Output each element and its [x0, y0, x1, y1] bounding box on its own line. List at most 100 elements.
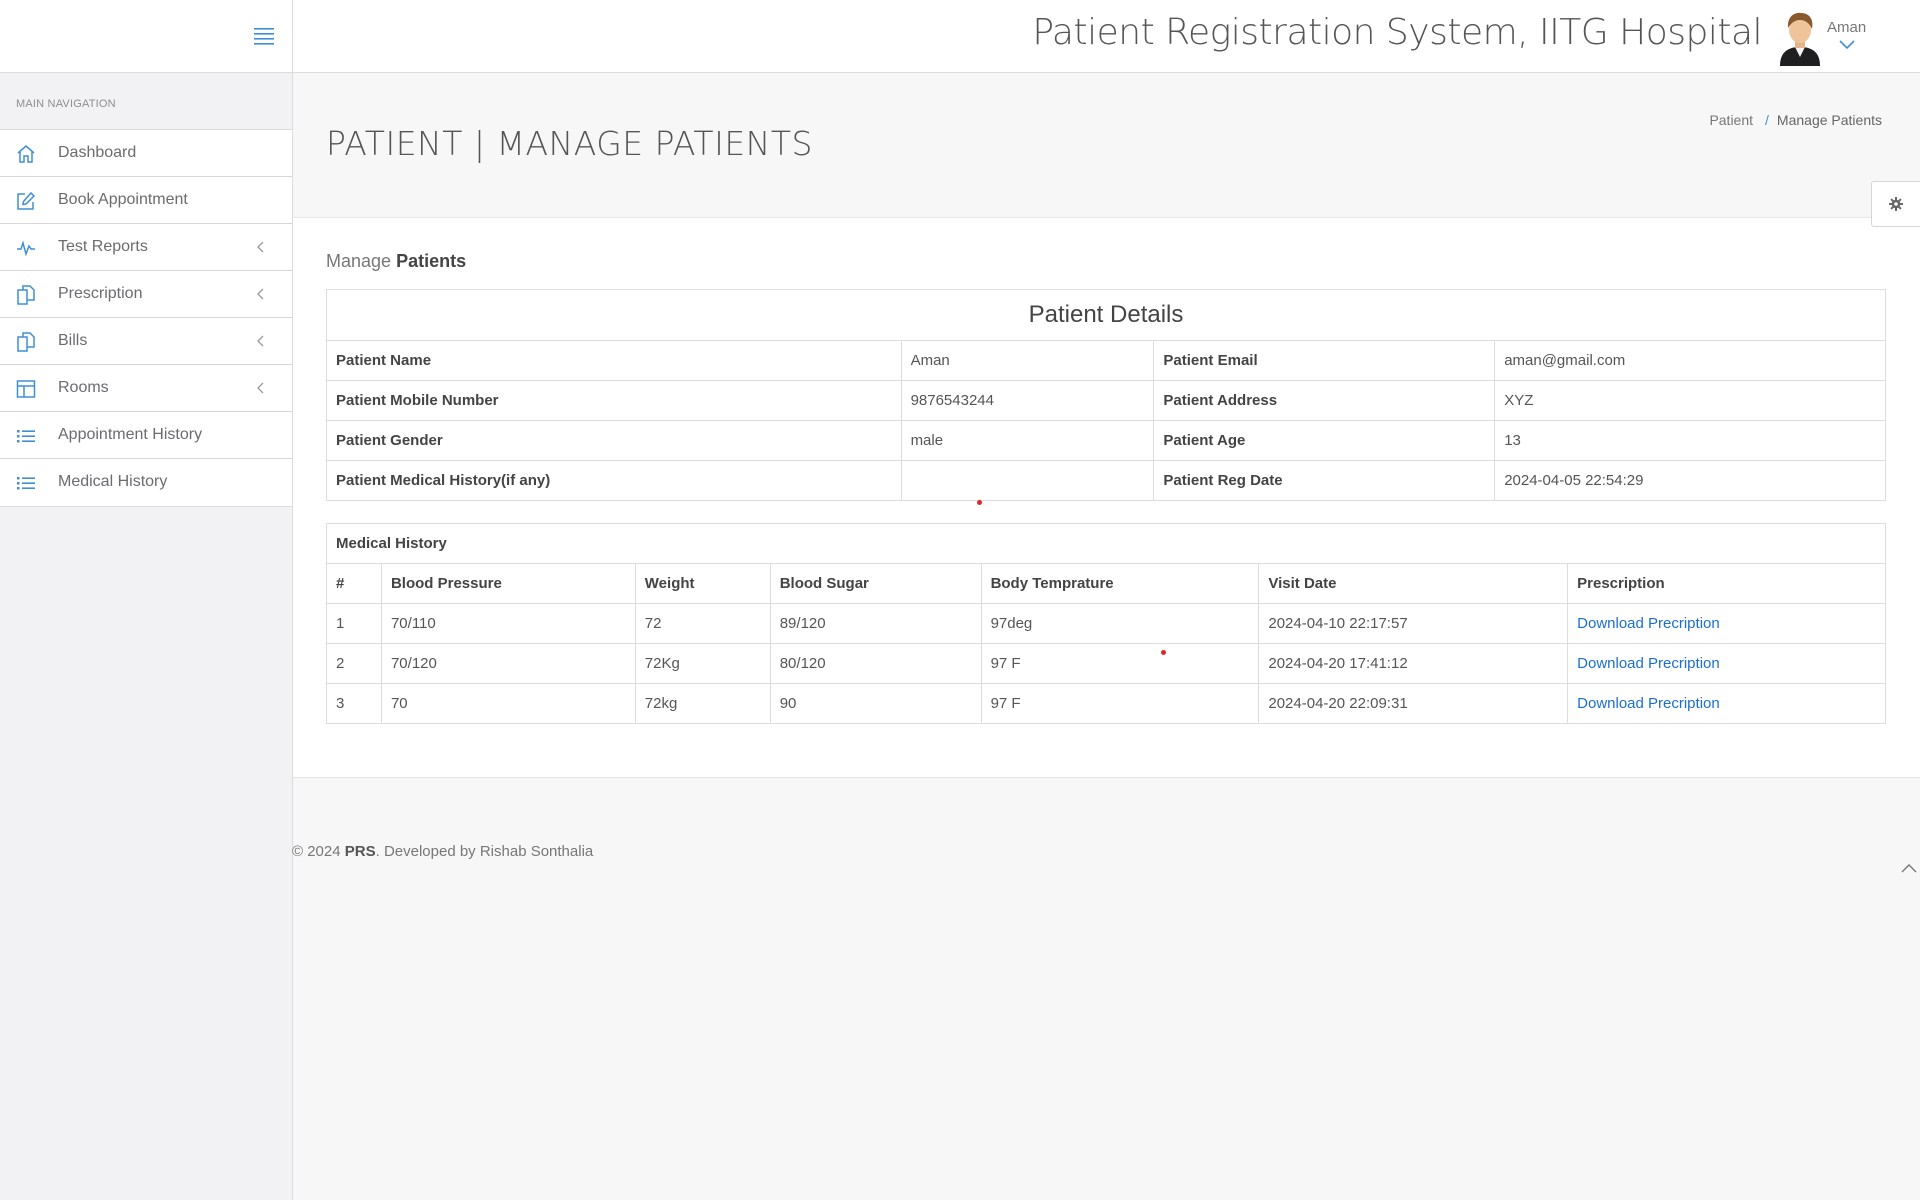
panel-heading-bold: Patients — [396, 251, 467, 271]
list-icon — [17, 430, 35, 443]
medical-history-table: Medical History # Blood Pressure Weight … — [326, 523, 1886, 724]
field-value — [900, 460, 1155, 501]
field-label: Patient Gender — [326, 420, 902, 461]
sidebar-item-book-appointment[interactable]: Book Appointment — [0, 177, 292, 224]
brand-area — [0, 0, 293, 73]
column-header: Blood Pressure — [380, 563, 636, 604]
table-row: Patient Name Aman Patient Email aman@gma… — [326, 340, 1886, 381]
download-prescription-link[interactable]: Download Precription — [1577, 655, 1720, 672]
cell-blood-pressure: 70/120 — [380, 643, 636, 684]
table-row: Patient Gender male Patient Age 13 — [326, 420, 1886, 461]
column-header: Body Temprature — [980, 563, 1260, 604]
sidebar-item-prescription[interactable]: Prescription — [0, 271, 292, 318]
cell-prescription: Download Precription — [1567, 683, 1886, 724]
table-row: 1 70/110 72 89/120 97deg 2024-04-10 22:1… — [326, 603, 1886, 644]
user-name[interactable]: Aman — [1827, 19, 1866, 36]
top-navbar: Patient Registration System, IITG Hospit… — [0, 0, 1920, 73]
sidebar-item-dashboard[interactable]: Dashboard — [0, 130, 292, 177]
cell-number: 3 — [326, 683, 382, 724]
nav-list: Dashboard Book Appointment Test Reports — [0, 130, 292, 507]
column-header: Visit Date — [1258, 563, 1569, 604]
cell-blood-pressure: 70/110 — [380, 603, 636, 644]
cell-weight: 72kg — [634, 683, 771, 724]
cell-number: 2 — [326, 643, 382, 684]
chevron-up-icon[interactable] — [1900, 862, 1918, 874]
edit-icon — [17, 191, 36, 210]
marker-dot — [1161, 650, 1166, 655]
gear-icon — [1889, 197, 1903, 211]
column-header: Blood Sugar — [769, 563, 982, 604]
field-label: Patient Address — [1153, 380, 1496, 421]
panel-heading: Manage Patients — [326, 251, 466, 272]
sidebar-item-label: Prescription — [58, 285, 143, 302]
breadcrumb-current: Manage Patients — [1776, 112, 1882, 128]
sidebar-item-label: Dashboard — [58, 144, 137, 161]
pulse-icon — [17, 240, 35, 257]
marker-dot — [977, 500, 982, 505]
sidebar-item-rooms[interactable]: Rooms — [0, 365, 292, 412]
settings-button[interactable] — [1871, 181, 1920, 227]
footer-suffix: . Developed by Rishab Sonthalia — [375, 843, 594, 860]
field-label: Patient Email — [1153, 340, 1496, 381]
layout-icon — [16, 380, 36, 398]
home-icon — [17, 145, 35, 163]
cell-prescription: Download Precription — [1567, 643, 1886, 684]
chevron-left-icon — [257, 241, 264, 253]
table-row: Patient Mobile Number 9876543244 Patient… — [326, 380, 1886, 421]
download-prescription-link[interactable]: Download Precription — [1577, 615, 1720, 632]
sidebar-item-label: Test Reports — [58, 238, 148, 255]
sidebar-item-label: Bills — [58, 332, 88, 349]
sidebar-item-medical-history[interactable]: Medical History — [0, 459, 292, 506]
cell-blood-sugar: 80/120 — [769, 643, 982, 684]
breadcrumb-patient[interactable]: Patient — [1709, 112, 1753, 128]
column-header: # — [326, 563, 382, 604]
column-header: Prescription — [1567, 563, 1886, 604]
field-value: aman@gmail.com — [1494, 340, 1886, 381]
field-label: Patient Age — [1153, 420, 1496, 461]
field-value: Aman — [900, 340, 1155, 381]
table-row: 2 70/120 72Kg 80/120 97 F 2024-04-20 17:… — [326, 643, 1886, 684]
sidebar-item-bills[interactable]: Bills — [0, 318, 292, 365]
cell-visit-date: 2024-04-20 17:41:12 — [1258, 643, 1569, 684]
column-header: Weight — [634, 563, 771, 604]
sidebar-item-label: Book Appointment — [58, 191, 188, 208]
cell-visit-date: 2024-04-20 22:09:31 — [1258, 683, 1569, 724]
field-label: Patient Mobile Number — [326, 380, 902, 421]
chevron-left-icon — [257, 335, 264, 347]
chevron-down-icon[interactable] — [1838, 38, 1856, 50]
panel-heading-prefix: Manage — [326, 251, 392, 271]
field-label: Patient Medical History(if any) — [326, 460, 902, 501]
chevron-left-icon — [257, 382, 264, 394]
nav-heading: MAIN NAVIGATION — [0, 73, 292, 130]
field-value: male — [900, 420, 1155, 461]
list-icon — [17, 477, 35, 490]
sidebar-item-label: Appointment History — [58, 426, 203, 443]
download-prescription-link[interactable]: Download Precription — [1577, 695, 1720, 712]
field-value: 2024-04-05 22:54:29 — [1494, 460, 1886, 501]
chevron-left-icon — [257, 288, 264, 300]
cell-weight: 72 — [634, 603, 771, 644]
avatar[interactable] — [1776, 10, 1824, 66]
sidebar: MAIN NAVIGATION Dashboard Book Appointme… — [0, 73, 293, 1200]
footer: © 2024 PRS. Developed by Rishab Sonthali… — [292, 843, 593, 860]
field-label: Patient Name — [326, 340, 902, 381]
table-row: 3 70 72kg 90 97 F 2024-04-20 22:09:31 Do… — [326, 683, 1886, 724]
documents-icon — [17, 285, 35, 305]
documents-icon — [17, 332, 35, 352]
cell-blood-sugar: 90 — [769, 683, 982, 724]
hamburger-icon[interactable] — [252, 24, 278, 46]
sidebar-item-appointment-history[interactable]: Appointment History — [0, 412, 292, 459]
cell-weight: 72Kg — [634, 643, 771, 684]
table-caption: Patient Details — [326, 289, 1886, 341]
sidebar-item-label: Rooms — [58, 379, 109, 396]
cell-blood-pressure: 70 — [380, 683, 636, 724]
table-row: Patient Medical History(if any) Patient … — [326, 460, 1886, 501]
breadcrumb: Patient / Manage Patients — [1709, 112, 1882, 128]
app-title: Patient Registration System, IITG Hospit… — [1032, 12, 1762, 53]
table-header-row: # Blood Pressure Weight Blood Sugar Body… — [326, 563, 1886, 604]
sidebar-item-test-reports[interactable]: Test Reports — [0, 224, 292, 271]
cell-body-temperature: 97 F — [980, 683, 1260, 724]
sidebar-item-label: Medical History — [58, 473, 168, 490]
footer-prefix: © 2024 — [292, 843, 345, 860]
field-value: 9876543244 — [900, 380, 1155, 421]
